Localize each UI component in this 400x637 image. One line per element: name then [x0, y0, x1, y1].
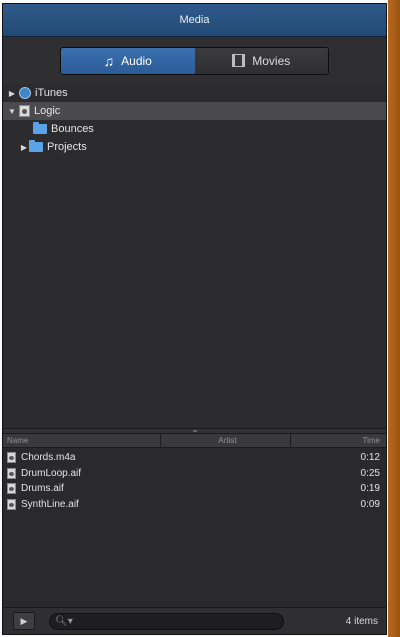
column-header-artist[interactable]: Artist: [161, 434, 291, 447]
audio-file-icon: [7, 483, 16, 495]
file-name-cell: Chords.m4a: [3, 452, 303, 464]
file-name-cell: SynthLine.aif: [3, 498, 303, 510]
play-icon: ▶: [20, 615, 28, 626]
column-header-name[interactable]: Name: [3, 434, 161, 447]
file-name-cell: DrumLoop.aif: [3, 467, 303, 479]
file-name: DrumLoop.aif: [21, 467, 82, 479]
tree-item-label: Bounces: [51, 123, 94, 135]
tab-movies-label: Movies: [252, 53, 291, 68]
folder-icon: [29, 140, 43, 152]
bottom-toolbar: ▶ 🔍︎▾ 4 items: [3, 607, 386, 634]
file-name: Drums.aif: [21, 483, 64, 495]
file-time: 0:12: [360, 452, 380, 464]
search-field[interactable]: 🔍︎▾: [49, 612, 284, 630]
disclosure-triangle-expanded-icon[interactable]: ▼: [7, 107, 17, 116]
tree-item-label: iTunes: [35, 87, 68, 99]
file-row[interactable]: DrumLoop.aif 0:25: [3, 466, 386, 482]
file-row[interactable]: SynthLine.aif 0:09: [3, 497, 386, 513]
audio-file-icon: [7, 452, 16, 464]
tree-item-projects[interactable]: ▶ Projects: [3, 138, 386, 156]
file-list: Chords.m4a 0:12 DrumLoop.aif 0:25 Drums.…: [3, 448, 386, 607]
film-icon: [232, 54, 246, 67]
file-row[interactable]: Chords.m4a 0:12: [3, 450, 386, 466]
panel-title: Media: [179, 14, 210, 26]
audio-file-icon: [7, 467, 16, 479]
tree-item-logic[interactable]: ▼ Logic: [3, 102, 386, 120]
file-row[interactable]: Drums.aif 0:19: [3, 481, 386, 497]
file-time: 0:19: [360, 483, 380, 495]
file-time: 0:25: [360, 467, 380, 479]
tree-item-label: Logic: [34, 105, 61, 117]
search-icon[interactable]: 🔍︎▾: [55, 616, 73, 627]
media-browser-panel: Media ♫ Audio Movies ▶ iTunes ▼ Logic Bo…: [2, 3, 387, 635]
audio-file-icon: [7, 498, 16, 510]
file-name: Chords.m4a: [21, 452, 76, 464]
divider-grip-icon[interactable]: [192, 430, 197, 432]
folder-icon: [33, 122, 47, 134]
file-name-cell: Drums.aif: [3, 483, 303, 495]
music-note-icon: ♫: [103, 52, 115, 69]
source-tree: ▶ iTunes ▼ Logic Bounces ▶ Projects: [3, 84, 386, 428]
tab-audio-label: Audio: [121, 53, 152, 68]
disclosure-triangle-collapsed-icon[interactable]: ▶: [19, 143, 29, 152]
tree-item-label: Projects: [47, 141, 87, 153]
itunes-icon: [19, 87, 31, 99]
search-input[interactable]: [75, 615, 266, 627]
tab-audio[interactable]: ♫ Audio: [61, 47, 195, 74]
item-count: 4 items: [345, 615, 378, 627]
media-type-selector: ♫ Audio Movies: [3, 37, 386, 84]
tree-item-bounces[interactable]: Bounces: [3, 120, 386, 138]
file-name: SynthLine.aif: [21, 498, 79, 510]
disclosure-triangle-collapsed-icon[interactable]: ▶: [7, 89, 17, 98]
play-button[interactable]: ▶: [13, 612, 35, 630]
tab-movies[interactable]: Movies: [194, 47, 328, 74]
panel-title-bar: Media: [3, 4, 386, 37]
logic-document-icon: [19, 105, 30, 117]
segmented-control: ♫ Audio Movies: [60, 46, 329, 75]
file-list-header: Name Artist Time: [3, 434, 386, 448]
file-time: 0:09: [360, 498, 380, 510]
column-header-time[interactable]: Time: [291, 434, 386, 447]
tree-item-itunes[interactable]: ▶ iTunes: [3, 84, 386, 102]
